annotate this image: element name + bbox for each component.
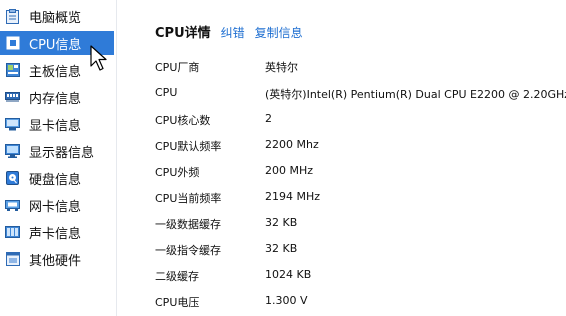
- info-key: CPU外频: [155, 166, 200, 179]
- info-key: CPU电压: [155, 296, 200, 309]
- info-value: 英特尔: [265, 61, 298, 74]
- sidebar: 电脑概览 CPU信息 主板信息 内存信息 显卡信息 显示器信息 硬盘信息 网卡信…: [0, 0, 116, 316]
- sidebar-item-label: CPU信息: [29, 37, 82, 53]
- info-key: CPU核心数: [155, 114, 211, 127]
- page-title: CPU详情: [155, 26, 211, 41]
- info-key: 一级数据缓存: [155, 218, 221, 231]
- motherboard-icon: [5, 63, 20, 78]
- chip-icon: [5, 36, 20, 51]
- info-value: 200 MHz: [265, 164, 314, 177]
- sidebar-item-other-hardware[interactable]: 其他硬件: [0, 247, 114, 271]
- sidebar-item-label: 硬盘信息: [29, 172, 82, 188]
- other-hardware-icon: [5, 252, 20, 267]
- info-value: 1024 KB: [265, 268, 312, 281]
- sidebar-item-label: 网卡信息: [29, 199, 82, 215]
- info-key: CPU默认频率: [155, 140, 222, 153]
- sidebar-item-label: 显示器信息: [29, 145, 95, 161]
- info-value: 32 KB: [265, 242, 298, 255]
- info-value: 2: [265, 112, 272, 125]
- sidebar-item-label: 电脑概览: [29, 10, 82, 26]
- sidebar-item-network-info[interactable]: 网卡信息: [0, 193, 114, 217]
- sidebar-item-graphics-info[interactable]: 显卡信息: [0, 112, 114, 136]
- info-key: CPU: [155, 86, 178, 99]
- monitor-icon: [5, 144, 20, 159]
- hard-disk-icon: [5, 171, 20, 186]
- main-panel: CPU详情 纠错 复制信息 CPU厂商 英特尔 CPU (英特尔)Intel(R…: [117, 0, 566, 316]
- clipboard-icon: [5, 8, 20, 24]
- info-key: 二级缓存: [155, 270, 199, 283]
- info-value: 2194 MHz: [265, 190, 321, 203]
- graphics-card-icon: [5, 117, 20, 132]
- sidebar-item-memory-info[interactable]: 内存信息: [0, 85, 114, 109]
- sidebar-item-label: 声卡信息: [29, 226, 82, 242]
- network-card-icon: [5, 198, 20, 213]
- mouse-pointer-icon: [90, 45, 107, 71]
- info-value: (英特尔)Intel(R) Pentium(R) Dual CPU E2200 …: [265, 88, 566, 101]
- info-value: 1.300 V: [265, 294, 308, 307]
- info-value: 2200 Mhz: [265, 138, 319, 151]
- sidebar-item-label: 内存信息: [29, 91, 82, 107]
- title-row: CPU详情 纠错 复制信息: [155, 22, 303, 41]
- sound-card-icon: [5, 225, 20, 240]
- info-key: CPU当前频率: [155, 192, 222, 205]
- report-error-link[interactable]: 纠错: [221, 24, 245, 41]
- sidebar-item-label: 其他硬件: [29, 253, 82, 269]
- info-value: 32 KB: [265, 216, 298, 229]
- sidebar-item-soundcard-info[interactable]: 声卡信息: [0, 220, 114, 244]
- info-key: 一级指令缓存: [155, 244, 221, 257]
- copy-info-link[interactable]: 复制信息: [255, 24, 303, 41]
- memory-icon: [5, 90, 20, 105]
- sidebar-item-computer-overview[interactable]: 电脑概览: [0, 4, 114, 28]
- info-key: CPU厂商: [155, 61, 200, 74]
- sidebar-item-label: 显卡信息: [29, 118, 82, 134]
- sidebar-item-harddisk-info[interactable]: 硬盘信息: [0, 166, 114, 190]
- sidebar-item-monitor-info[interactable]: 显示器信息: [0, 139, 114, 163]
- sidebar-item-label: 主板信息: [29, 64, 82, 80]
